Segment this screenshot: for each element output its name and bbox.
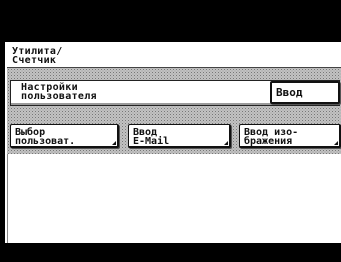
enter-button[interactable]: Ввод xyxy=(270,81,340,104)
empty-content-area xyxy=(7,154,341,243)
email-entry-label-line2: E-Mail xyxy=(133,136,170,147)
enter-button-label: Ввод xyxy=(276,86,303,99)
image-entry-button[interactable]: Ввод изо- бражения xyxy=(239,124,341,148)
corner-arrow-icon xyxy=(224,141,228,145)
user-select-button[interactable]: Выбор пользоват. xyxy=(10,124,119,148)
touch-panel-screen: Утилита/ Счетчик Настройки пользователя … xyxy=(5,42,341,243)
email-entry-button[interactable]: Ввод E-Mail xyxy=(128,124,231,148)
page-title-line2: пользователя xyxy=(21,91,97,102)
user-select-label-line2: пользоват. xyxy=(15,136,76,147)
page-title: Настройки пользователя xyxy=(21,83,97,102)
breadcrumb: Утилита/ Счетчик xyxy=(12,47,63,66)
image-entry-label-line2: бражения xyxy=(244,136,293,147)
breadcrumb-counter: Счетчик xyxy=(12,55,57,66)
corner-arrow-icon xyxy=(112,141,116,145)
corner-arrow-icon xyxy=(334,141,338,145)
